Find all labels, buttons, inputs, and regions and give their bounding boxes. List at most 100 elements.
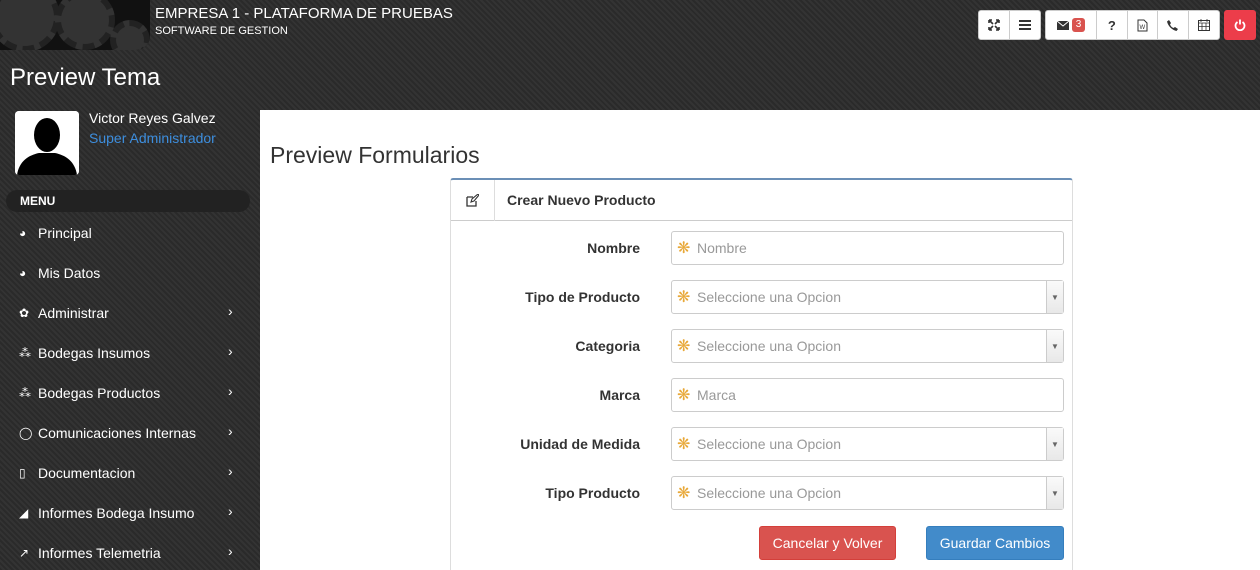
gear-icon: ✿ [19, 306, 30, 320]
mail-count-badge: 3 [1071, 18, 1086, 32]
chevron-right-icon: › [228, 383, 233, 399]
card-header: Crear Nuevo Producto [451, 179, 1072, 221]
field-placeholder: Seleccione una Opcion [697, 436, 841, 452]
field-label: Categoria [575, 338, 640, 354]
dropdown-arrow-icon[interactable]: ▼ [1046, 428, 1063, 460]
svg-text:W: W [1139, 25, 1145, 31]
avatar[interactable] [15, 111, 79, 175]
menu-header: MENU [6, 190, 250, 212]
bars-icon[interactable] [1010, 11, 1040, 39]
field-label: Marca [599, 387, 640, 403]
sidebar-item[interactable]: ↗ Informes Telemetria › [0, 533, 260, 570]
area-chart-icon: ◢ [19, 506, 29, 520]
whatsapp-icon: ◯ [19, 426, 33, 440]
product-form-card: Crear Nuevo Producto Nombre ❋ Nombre Tipo d… [450, 178, 1073, 570]
cancel-button[interactable]: Cancelar y Volver [759, 526, 896, 560]
asterisk-icon: ❋ [677, 436, 691, 453]
chevron-right-icon: › [228, 503, 233, 519]
field-placeholder: Nombre [697, 240, 747, 256]
section-title: Preview Formularios [270, 142, 480, 168]
text-input[interactable]: ❋ Nombre [671, 231, 1064, 265]
logout-button[interactable] [1224, 10, 1256, 40]
chevron-right-icon: › [228, 463, 233, 479]
top-bar: EMPRESA 1 - PLATAFORMA DE PRUEBAS SOFTWA… [0, 0, 1260, 55]
sidebar-item[interactable]: ◢ Informes Bodega Insumo › [0, 493, 260, 533]
envelope-icon [1056, 20, 1069, 30]
field-label: Nombre [587, 240, 640, 256]
asterisk-icon: ❋ [677, 240, 691, 257]
calendar-icon[interactable] [1189, 11, 1219, 39]
sidebar-item-label: Comunicaciones Internas [38, 425, 196, 441]
sidebar-item[interactable]: ✿ Administrar › [0, 293, 260, 333]
select-field[interactable]: ❋ Seleccione una Opcion ▼ [671, 329, 1064, 363]
form-row: Unidad de Medida ❋ Seleccione una Opcion ▼ [451, 427, 1072, 461]
line-chart-icon: ↗ [19, 546, 30, 560]
field-label: Tipo de Producto [525, 289, 640, 305]
sidebar-item[interactable]: ◯ Comunicaciones Internas › [0, 413, 260, 453]
sidebar: Victor Reyes Galvez Super Administrador … [0, 110, 260, 570]
help-button[interactable]: ? [1097, 11, 1128, 39]
phone-icon[interactable] [1158, 11, 1189, 39]
toolbar-group-tools: 3 ? W [1045, 10, 1220, 40]
logo [0, 0, 150, 50]
form-row: Nombre ❋ Nombre [451, 231, 1072, 265]
sidebar-item-label: Administrar [38, 305, 109, 321]
app-subtitle: SOFTWARE DE GESTION [155, 25, 288, 37]
field-label: Tipo Producto [545, 485, 640, 501]
edit-icon [451, 179, 495, 221]
dashboard-icon: ◕ [19, 226, 27, 240]
mail-button[interactable]: 3 [1046, 11, 1098, 39]
asterisk-icon: ❋ [677, 485, 691, 502]
sidebar-item-label: Principal [38, 225, 92, 241]
field-placeholder: Seleccione una Opcion [697, 485, 841, 501]
user-name: Victor Reyes Galvez [89, 110, 216, 126]
text-input[interactable]: ❋ Marca [671, 378, 1064, 412]
asterisk-icon: ❋ [677, 338, 691, 355]
dropdown-arrow-icon[interactable]: ▼ [1046, 281, 1063, 313]
chevron-right-icon: › [228, 303, 233, 319]
form-row: Marca ❋ Marca [451, 378, 1072, 412]
sidebar-item[interactable]: ▯ Documentacion › [0, 453, 260, 493]
cubes-icon: ⁂ [19, 386, 31, 400]
user-role[interactable]: Super Administrador [89, 130, 216, 146]
asterisk-icon: ❋ [677, 289, 691, 306]
select-field[interactable]: ❋ Seleccione una Opcion ▼ [671, 476, 1064, 510]
toolbar-group-view [978, 10, 1041, 40]
sidebar-item-label: Documentacion [38, 465, 136, 481]
file-word-icon[interactable]: W [1128, 11, 1159, 39]
sidebar-item[interactable]: ◕ Mis Datos [0, 253, 260, 293]
cubes-icon: ⁂ [19, 346, 31, 360]
sidebar-item-label: Bodegas Insumos [38, 345, 151, 361]
main-content: Preview Formularios Crear Nuevo Producto… [260, 110, 1260, 570]
sidebar-item-label: Informes Telemetria [38, 545, 161, 561]
sidebar-item-label: Informes Bodega Insumo [38, 505, 195, 521]
form-row: Tipo Producto ❋ Seleccione una Opcion ▼ [451, 476, 1072, 510]
save-button[interactable]: Guardar Cambios [926, 526, 1064, 560]
sidebar-item[interactable]: ◕ Principal [0, 213, 260, 253]
app-title: EMPRESA 1 - PLATAFORMA DE PRUEBAS [155, 5, 453, 22]
power-icon [1234, 19, 1246, 31]
sidebar-item-label: Mis Datos [38, 265, 101, 281]
dropdown-arrow-icon[interactable]: ▼ [1046, 330, 1063, 362]
sidebar-item[interactable]: ⁂ Bodegas Productos › [0, 373, 260, 413]
select-field[interactable]: ❋ Seleccione una Opcion ▼ [671, 427, 1064, 461]
file-icon: ▯ [19, 466, 26, 480]
chevron-right-icon: › [228, 543, 233, 559]
card-title: Crear Nuevo Producto [507, 192, 656, 208]
dashboard-icon: ◕ [19, 266, 27, 280]
sidebar-item[interactable]: ⁂ Bodegas Insumos › [0, 333, 260, 373]
select-field[interactable]: ❋ Seleccione una Opcion ▼ [671, 280, 1064, 314]
chevron-right-icon: › [228, 343, 233, 359]
asterisk-icon: ❋ [677, 387, 691, 404]
page-title: Preview Tema [10, 64, 161, 91]
dropdown-arrow-icon[interactable]: ▼ [1046, 477, 1063, 509]
form-row: Tipo de Producto ❋ Seleccione una Opcion ▼ [451, 280, 1072, 314]
sidebar-item-label: Bodegas Productos [38, 385, 161, 401]
field-placeholder: Marca [697, 387, 736, 403]
field-placeholder: Seleccione una Opcion [697, 289, 841, 305]
field-label: Unidad de Medida [520, 436, 640, 452]
expand-icon[interactable] [979, 11, 1010, 39]
chevron-right-icon: › [228, 423, 233, 439]
form-row: Categoria ❋ Seleccione una Opcion ▼ [451, 329, 1072, 363]
field-placeholder: Seleccione una Opcion [697, 338, 841, 354]
